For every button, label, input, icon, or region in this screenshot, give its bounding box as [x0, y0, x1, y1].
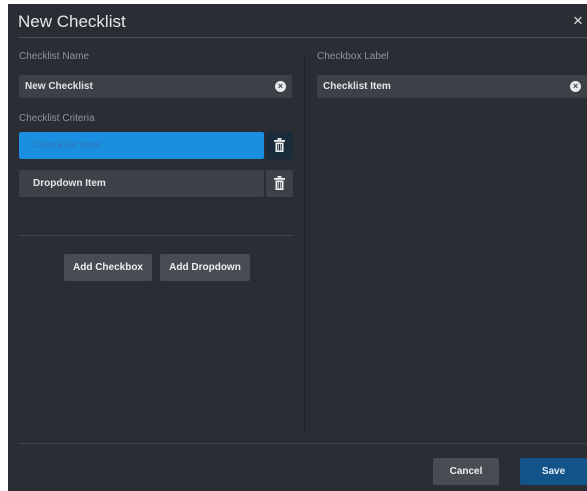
- checklist-criteria-label: Checklist Criteria: [19, 113, 95, 124]
- add-dropdown-button[interactable]: Add Dropdown: [160, 254, 250, 281]
- trash-icon[interactable]: [266, 170, 293, 197]
- save-button[interactable]: Save: [520, 458, 587, 485]
- trash-icon[interactable]: [266, 132, 293, 159]
- clear-circle-icon[interactable]: ×: [275, 81, 286, 92]
- checklist-name-label: Checklist Name: [19, 51, 90, 62]
- criteria-divider: [19, 235, 294, 236]
- checklist-name-field[interactable]: New Checklist ×: [19, 75, 292, 98]
- new-checklist-dialog: New Checklist × Checklist Name New Check…: [8, 4, 587, 491]
- column-divider: [304, 58, 305, 434]
- add-checkbox-button[interactable]: Add Checkbox: [64, 254, 152, 281]
- criteria-item-checklist-item[interactable]: Checklist Item: [19, 132, 264, 159]
- checklist-name-value: New Checklist: [25, 81, 93, 92]
- checkbox-label-value: Checklist Item: [323, 81, 391, 92]
- criteria-item-dropdown-item[interactable]: Dropdown Item: [19, 170, 264, 197]
- checkbox-label-heading: Checkbox Label: [317, 51, 389, 62]
- cancel-button[interactable]: Cancel: [433, 458, 499, 485]
- footer-divider: [18, 443, 587, 444]
- close-icon[interactable]: ×: [573, 12, 587, 30]
- checkbox-label-field[interactable]: Checklist Item ×: [317, 75, 587, 98]
- dialog-title: New Checklist: [18, 12, 126, 31]
- criteria-item-label: Dropdown Item: [33, 178, 106, 189]
- title-divider: [18, 37, 587, 38]
- criteria-item-label: Checklist Item: [33, 140, 101, 151]
- clear-circle-icon[interactable]: ×: [570, 81, 581, 92]
